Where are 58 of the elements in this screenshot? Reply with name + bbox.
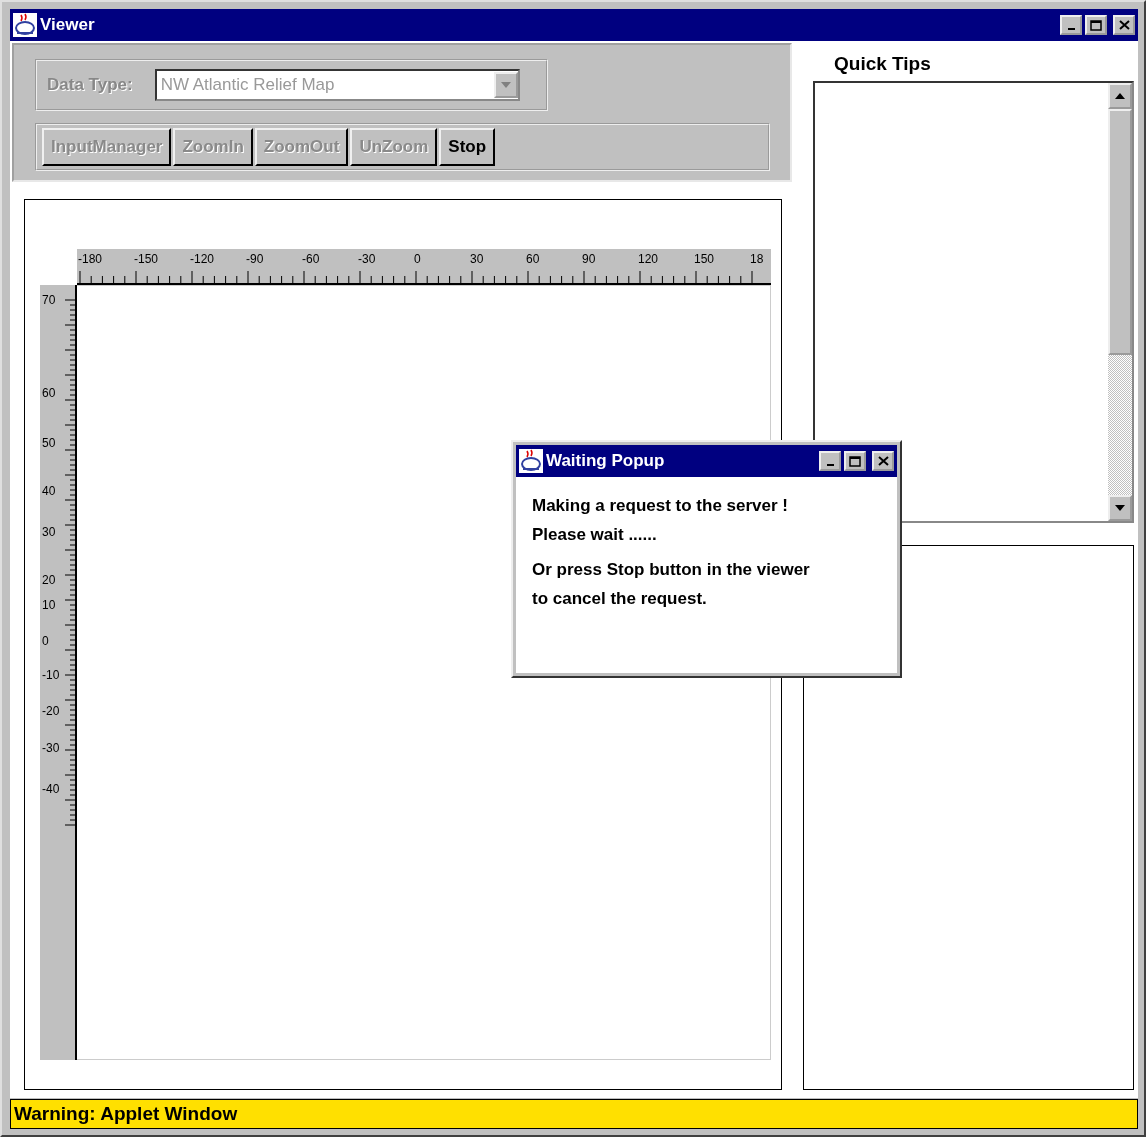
maximize-icon: [849, 455, 861, 467]
maximize-icon: [1090, 19, 1102, 31]
ruler-label: -30: [358, 251, 377, 268]
scroll-up-button[interactable]: [1108, 83, 1132, 109]
ruler-label: -20: [42, 704, 60, 718]
minimize-icon: [1067, 28, 1075, 30]
ruler-label: 50: [42, 436, 56, 450]
ruler-label: -120: [190, 251, 216, 268]
ruler-label: 60: [526, 251, 541, 268]
caret-icon: [500, 82, 511, 88]
ruler-label: 120: [638, 251, 660, 268]
close-icon: [877, 456, 889, 466]
close-icon: [1118, 20, 1130, 30]
ruler-label: 60: [42, 386, 56, 400]
toolbar-button[interactable]: Stop: [439, 128, 496, 166]
coffee-cup-icon: [13, 13, 37, 37]
quick-tips-title: Quick Tips: [833, 52, 932, 76]
up-arrow-icon: [1115, 93, 1125, 99]
popup-message: Making a request to the server !: [532, 495, 790, 517]
minimize-button[interactable]: [819, 451, 841, 471]
minimize-button[interactable]: [1060, 15, 1082, 35]
ruler-label: 0: [414, 251, 422, 268]
ruler-label: 20: [42, 573, 56, 587]
ruler-label: 0: [42, 634, 49, 648]
close-button[interactable]: [1113, 15, 1135, 35]
ruler-label: 30: [42, 525, 56, 539]
window-title: Viewer: [40, 15, 96, 35]
coffee-cup-icon: [519, 449, 543, 473]
ruler-label: 70: [42, 293, 56, 307]
status-text: Warning: Applet Window: [14, 1103, 238, 1125]
scroll-down-button[interactable]: [1108, 495, 1132, 521]
ruler-label: -30: [42, 741, 60, 755]
ruler-label: 40: [42, 484, 56, 498]
data-type-label: Data Type:: [46, 75, 134, 95]
ruler-label: 150: [694, 251, 716, 268]
scrollbar[interactable]: [1108, 83, 1132, 521]
maximize-button[interactable]: [1085, 15, 1107, 35]
ruler-label: -60: [302, 251, 321, 268]
popup-message: Please wait ......: [532, 524, 658, 546]
scroll-thumb[interactable]: [1108, 109, 1132, 355]
ruler-label: 90: [582, 251, 597, 268]
ruler-label: 10: [42, 598, 56, 612]
minimize-icon: [826, 464, 834, 466]
ruler-label: 18: [750, 251, 765, 268]
down-arrow-icon: [1115, 505, 1125, 511]
close-button[interactable]: [872, 451, 894, 471]
popup-message: to cancel the request.: [532, 588, 708, 610]
ruler-label: -40: [42, 782, 60, 796]
ruler-label: -10: [42, 668, 60, 682]
dropdown-arrow-button[interactable]: [493, 72, 518, 98]
popup-title: Waiting Popup: [546, 451, 666, 471]
ruler-label: -150: [134, 251, 160, 268]
ruler-label: 30: [470, 251, 485, 268]
dropdown-value: NW Atlantic Relief Map: [160, 75, 335, 95]
ruler-label: -180: [78, 251, 104, 268]
popup-message: Or press Stop button in the viewer: [532, 559, 811, 581]
maximize-button[interactable]: [844, 451, 866, 471]
ruler-label: -90: [246, 251, 265, 268]
